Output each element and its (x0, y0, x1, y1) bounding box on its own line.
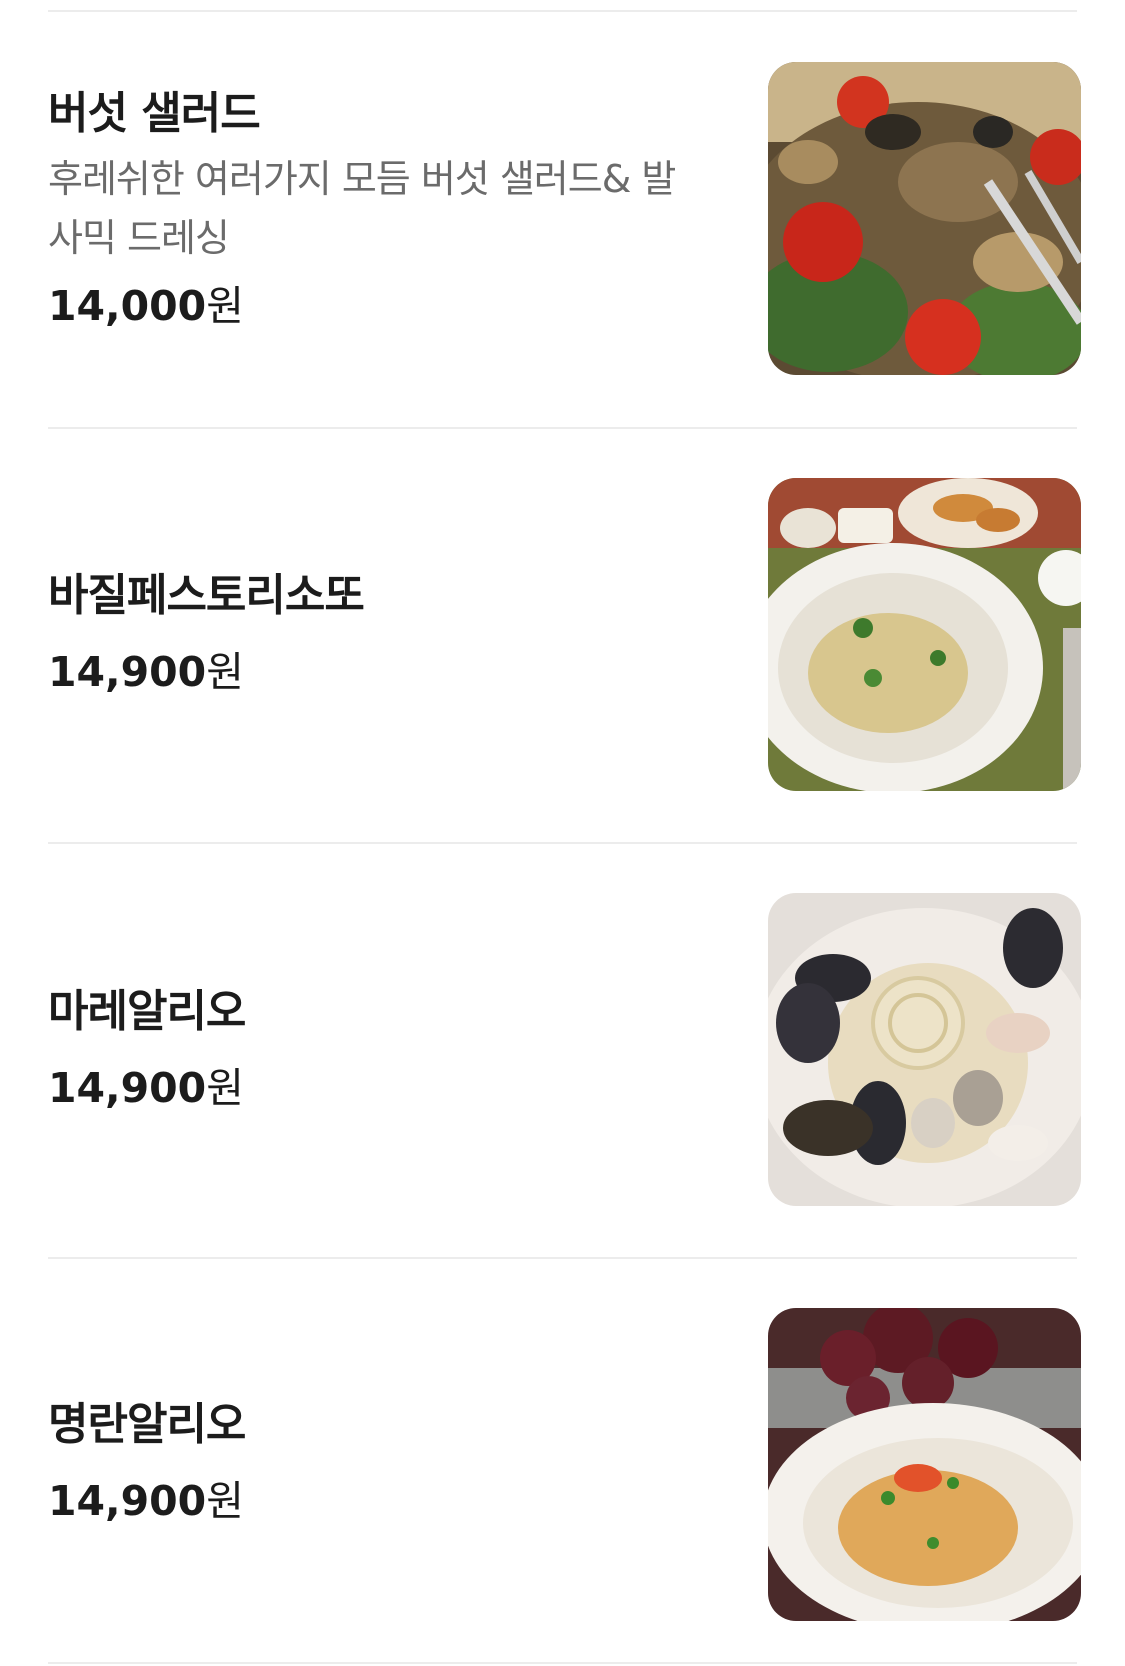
menu-item-pollock-roe-aglio[interactable]: 명란알리오 14,900원 (0, 1258, 1125, 1666)
menu-item-price: 14,900원 (48, 1473, 708, 1529)
menu-item-photo[interactable] (768, 478, 1081, 791)
price-currency: 원 (206, 1477, 244, 1525)
menu-item-photo[interactable] (768, 62, 1081, 375)
price-value: 14,900 (48, 1064, 207, 1112)
price-value: 14,000 (48, 282, 207, 330)
price-value: 14,900 (48, 1477, 207, 1525)
menu-item-description: 후레쉬한 여러가지 모듬 버섯 샐러드& 발사믹 드레싱 (48, 157, 676, 260)
price-currency: 원 (206, 282, 244, 330)
menu-item-mushroom-salad[interactable]: 버섯 샐러드 후레쉬한 여러가지 모듬 버섯 샐러드& 발사믹 드레싱 14,0… (0, 0, 1125, 428)
divider-bottom (48, 1662, 1077, 1664)
price-value: 14,900 (48, 648, 207, 696)
menu-item-name: 명란알리오 (48, 1399, 246, 1450)
menu-item-price: 14,000원 (48, 278, 708, 334)
menu-item-photo[interactable] (768, 1308, 1081, 1621)
menu-item-name: 버섯 샐러드 (48, 88, 261, 139)
menu-item-price: 14,900원 (48, 1060, 708, 1116)
menu-item-price: 14,900원 (48, 644, 708, 700)
menu-item-photo[interactable] (768, 893, 1081, 1206)
menu-item-name: 바질페스토리소또 (48, 570, 365, 621)
menu-item-name: 마레알리오 (48, 986, 246, 1037)
menu-item-basil-pesto-risotto[interactable]: 바질페스토리소또 14,900원 (0, 428, 1125, 843)
price-currency: 원 (206, 648, 244, 696)
menu-item-mare-aglio[interactable]: 마레알리오 14,900원 (0, 843, 1125, 1258)
price-currency: 원 (206, 1064, 244, 1112)
